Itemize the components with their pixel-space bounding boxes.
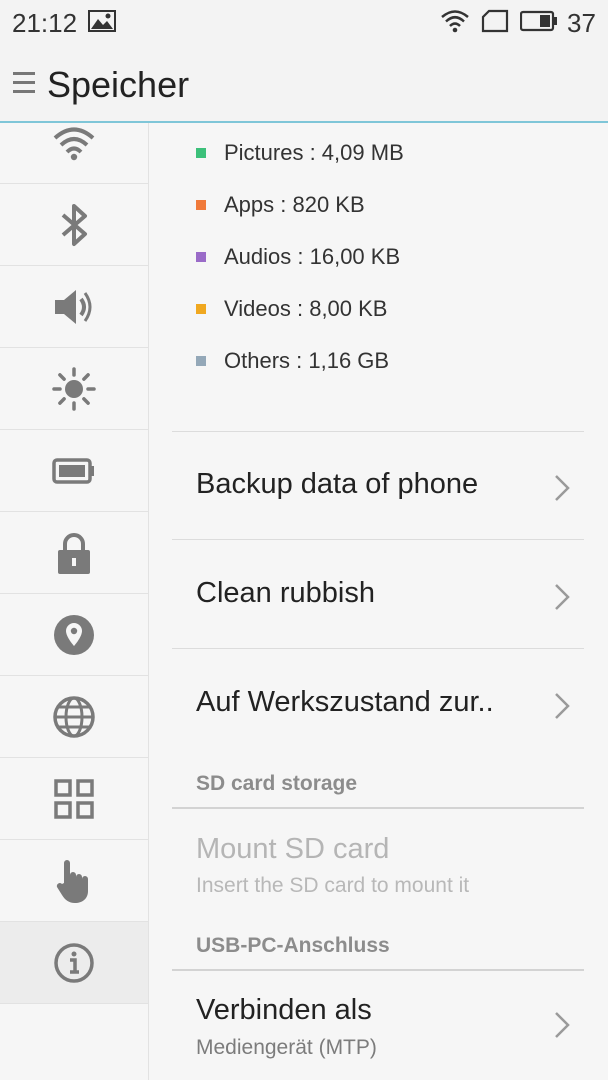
legend-dot bbox=[196, 304, 206, 314]
usb-connect-row[interactable]: Verbinden als Mediengerät (MTP) bbox=[172, 972, 584, 1080]
backup-data-label: Backup data of phone bbox=[196, 468, 479, 500]
clean-rubbish-label: Clean rubbish bbox=[196, 577, 375, 609]
sd-section-title: SD card storage bbox=[196, 772, 358, 795]
lock-icon bbox=[58, 532, 90, 574]
legend-label: Audios : 16,00 KB bbox=[224, 244, 401, 269]
legend-dot bbox=[196, 200, 206, 210]
sidebar-item-language[interactable] bbox=[0, 676, 148, 758]
settings-sidebar bbox=[0, 123, 149, 1080]
mount-sd-title: Mount SD card bbox=[196, 833, 390, 865]
legend-label: Others : 1,16 GB bbox=[224, 348, 390, 373]
sidebar-item-gestures[interactable] bbox=[0, 840, 148, 922]
legend-item-pictures: Pictures : 4,09 MB bbox=[196, 138, 404, 168]
chevron-right-icon bbox=[554, 692, 570, 725]
sidebar-item-battery[interactable] bbox=[0, 430, 148, 512]
apps-grid-icon bbox=[54, 778, 94, 819]
chevron-right-icon bbox=[554, 583, 570, 616]
usb-connect-title: Verbinden als bbox=[196, 994, 372, 1026]
menu-icon[interactable] bbox=[13, 70, 35, 101]
wifi-icon bbox=[53, 127, 95, 160]
legend-item-videos: Videos : 8,00 KB bbox=[196, 294, 388, 324]
volume-icon bbox=[55, 289, 92, 324]
usb-connect-subtitle: Mediengerät (MTP) bbox=[196, 1036, 377, 1059]
sidebar-item-display[interactable] bbox=[0, 348, 148, 430]
clean-rubbish-row[interactable]: Clean rubbish bbox=[172, 539, 584, 648]
hand-icon bbox=[56, 859, 88, 903]
legend-label: Apps : 820 KB bbox=[224, 192, 365, 217]
legend-dot bbox=[196, 252, 206, 262]
sidebar-item-location[interactable] bbox=[0, 594, 148, 676]
usb-section-title: USB-PC-Anschluss bbox=[196, 934, 390, 957]
globe-icon bbox=[53, 695, 95, 738]
app-header: Speicher bbox=[0, 46, 608, 123]
battery-icon bbox=[52, 457, 94, 484]
backup-data-row[interactable]: Backup data of phone bbox=[172, 431, 584, 539]
sidebar-item-security[interactable] bbox=[0, 512, 148, 594]
usb-section-header: USB-PC-Anschluss bbox=[172, 918, 584, 971]
chevron-right-icon bbox=[554, 1011, 570, 1044]
sidebar-item-sound[interactable] bbox=[0, 266, 148, 348]
sidebar-item-about[interactable] bbox=[0, 922, 148, 1004]
status-bar: 21:12 37 bbox=[0, 0, 608, 46]
info-icon bbox=[54, 942, 94, 983]
legend-dot bbox=[196, 148, 206, 158]
legend-item-others: Others : 1,16 GB bbox=[196, 346, 389, 376]
chevron-right-icon bbox=[554, 474, 570, 507]
battery-status-icon bbox=[519, 10, 558, 37]
factory-reset-row[interactable]: Auf Werkszustand zur.. bbox=[172, 648, 584, 756]
legend-item-audios: Audios : 16,00 KB bbox=[196, 242, 400, 272]
sim-card-icon bbox=[481, 9, 509, 38]
sd-section-header: SD card storage bbox=[172, 756, 584, 809]
mount-sd-row: Mount SD card Insert the SD card to moun… bbox=[196, 833, 469, 898]
status-time: 21:12 bbox=[12, 8, 78, 38]
legend-label: Videos : 8,00 KB bbox=[224, 296, 388, 321]
factory-reset-label: Auf Werkszustand zur.. bbox=[196, 686, 494, 718]
battery-level: 37 bbox=[567, 8, 596, 38]
sidebar-item-apps[interactable] bbox=[0, 758, 148, 840]
brightness-icon bbox=[52, 366, 96, 411]
location-icon bbox=[54, 614, 94, 655]
wifi-signal-icon bbox=[440, 9, 470, 38]
page-title: Speicher bbox=[47, 64, 190, 105]
storage-content: Pictures : 4,09 MB Apps : 820 KB Audios … bbox=[149, 123, 608, 1080]
legend-item-apps: Apps : 820 KB bbox=[196, 190, 365, 220]
legend-dot bbox=[196, 356, 206, 366]
sidebar-item-bluetooth[interactable] bbox=[0, 184, 148, 266]
bluetooth-icon bbox=[61, 203, 87, 246]
legend-label: Pictures : 4,09 MB bbox=[224, 140, 404, 165]
picture-notification-icon bbox=[88, 10, 116, 37]
mount-sd-subtitle: Insert the SD card to mount it bbox=[196, 874, 470, 897]
